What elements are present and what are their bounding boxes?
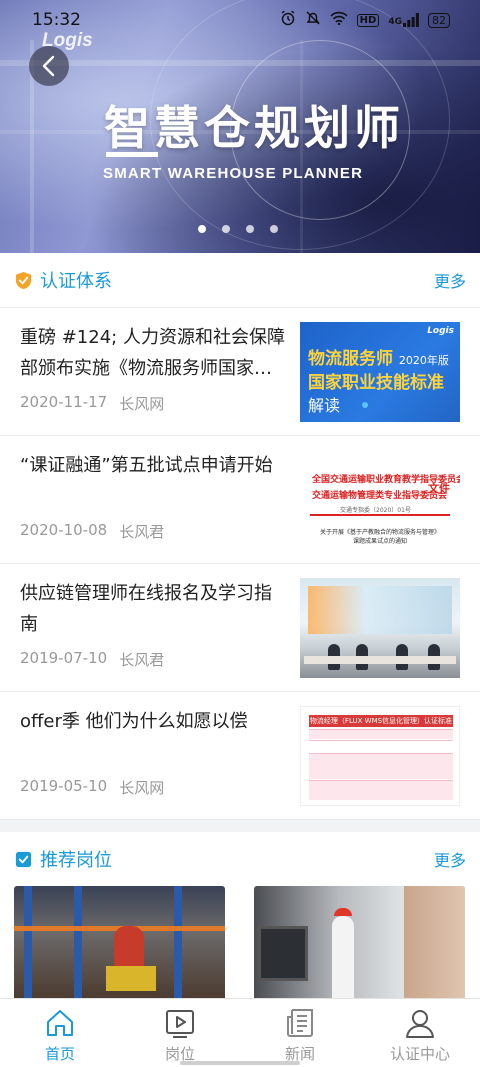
section-title: 认证体系 [40,271,112,292]
section-separator [0,820,480,832]
thumb-decoration [304,656,456,664]
thumb-text: 国家职业技能标准 [308,373,444,393]
news-title: “课证融通”第五批试点申请开始 [20,455,273,476]
news-title: 供应链管理师在线报名及学习指南 [20,583,272,635]
thumb-decoration [362,402,368,408]
nav-jobs[interactable]: 岗位 [120,999,240,1067]
banner-subtitle: SMART WAREHOUSE PLANNER [103,165,364,182]
news-date: 2019-07-10 [20,649,108,667]
news-thumbnail: 全国交通运输职业教育教学指导委员会 交通运输物管理类专业指导委员会 文件 交通专… [300,450,460,550]
job-card[interactable] [14,886,225,1001]
thumb-edition: 2020年版 [398,354,449,367]
news-source: 长风网 [119,395,165,413]
thumb-text: 文件 [428,482,450,495]
mute-icon [305,10,321,30]
news-thumbnail: 物流经理（FLUX WMS信息化管理）认证标准 [300,706,460,806]
thumb-decoration [310,514,450,516]
shield-check-icon [15,851,32,867]
signal-icon: 4G [388,13,419,27]
news-source: 长风君 [119,651,165,669]
news-title: offer季 他们为什么如愿以偿 [20,711,248,732]
thumb-text: 解读 [308,396,341,415]
news-date: 2020-10-08 [20,521,108,539]
more-link[interactable]: 更多 [434,268,466,292]
banner-title: 智慧仓规划师 [104,101,404,155]
thumb-text: 关于开展《基于产教融合的物流服务与管理》课题成果试点的通知 [320,529,441,545]
thumb-decoration [309,753,453,779]
back-button[interactable] [29,46,69,86]
news-meta: 2019-07-10 长风君 [20,649,164,670]
news-meta: 2019-05-10 长风网 [20,777,164,798]
jobs-section-header: 推荐岗位 更多 [0,832,480,886]
thumb-decoration [309,729,453,739]
thumb-text: 物流经理（FLUX WMS信息化管理）认证标准 [309,715,453,727]
hd-badge: HD [356,13,380,27]
news-thumbnail [300,578,460,678]
user-icon [406,1010,434,1038]
wifi-icon [330,11,348,29]
carousel-dot[interactable] [246,225,254,233]
job-image-decoration [332,916,354,1001]
carousel-dot[interactable] [198,225,206,233]
news-date: 2020-11-17 [20,393,108,411]
banner-title-underline [106,152,158,157]
status-icons: HD 4G 82 [280,10,450,30]
alarm-icon [280,10,296,30]
nav-label: 认证中心 [389,1045,450,1063]
thumb-text: 物流服务师 2020年版 [308,344,449,369]
more-link[interactable]: 更多 [434,847,466,871]
newspaper-icon [287,1009,313,1037]
job-image-decoration [258,926,308,981]
thumb-text: 交通运输物管理类专业指导委员会 [312,491,448,501]
home-indicator[interactable] [180,1061,300,1065]
bottom-navigation: 首页 岗位 新闻 认证中心 [0,998,480,1067]
news-item[interactable]: 供应链管理师在线报名及学习指南 2019-07-10 长风君 [0,564,480,692]
news-item[interactable]: 重磅 #124; 人力资源和社会保障部颁布实施《物流服务师国家职业技能标准》 2… [0,308,480,436]
carousel-dot[interactable] [222,225,230,233]
carousel-dots [198,225,278,233]
thumb-line: 物流服务师 [308,349,393,369]
news-title: 重磅 #124; 人力资源和社会保障部颁布实施《物流服务师国家职业技能标准》 [20,327,285,379]
nav-certification-center[interactable]: 认证中心 [360,999,480,1067]
news-item[interactable]: “课证融通”第五批试点申请开始 2020-10-08 长风君 全国交通运输职业教… [0,436,480,564]
news-item[interactable]: offer季 他们为什么如愿以偿 2019-05-10 长风网 物流经理（FLU… [0,692,480,820]
job-image-decoration [174,886,182,1001]
news-date: 2019-05-10 [20,777,108,795]
certification-section-header: 认证体系 更多 [0,253,480,307]
thumb-logo: Logis [427,326,454,336]
play-icon [166,1010,194,1038]
thumb-decoration [308,586,452,634]
news-meta: 2020-10-08 长风君 [20,521,164,542]
nav-news[interactable]: 新闻 [240,999,360,1067]
job-image-decoration [74,886,82,1001]
thumb-decoration [309,740,453,752]
network-label: 4G [388,17,402,27]
chevron-left-icon [42,55,55,77]
news-source: 长风君 [119,523,165,541]
news-source: 长风网 [119,779,165,797]
hero-banner[interactable]: 15:32 HD 4G 82 Logis 智慧仓规划师 SMART WAREHO… [0,0,480,253]
job-image-decoration [404,886,465,1001]
thumb-decoration [309,780,453,800]
thumb-text: 交通专指委〔2020〕01号 [340,507,411,514]
shield-check-icon [15,271,32,289]
news-thumbnail: Logis 物流服务师 2020年版 国家职业技能标准 解读 [300,322,460,422]
nav-label: 首页 [44,1045,75,1063]
job-image-decoration [106,966,156,991]
battery-icon: 82 [428,12,450,28]
job-image-decoration [24,886,32,1001]
nav-home[interactable]: 首页 [0,999,120,1067]
news-meta: 2020-11-17 长风网 [20,393,164,414]
home-icon [47,1010,73,1036]
job-card[interactable] [254,886,465,1001]
carousel-dot[interactable] [270,225,278,233]
job-image-decoration [334,908,352,916]
status-time: 15:32 [32,10,81,30]
section-title: 推荐岗位 [40,850,112,871]
